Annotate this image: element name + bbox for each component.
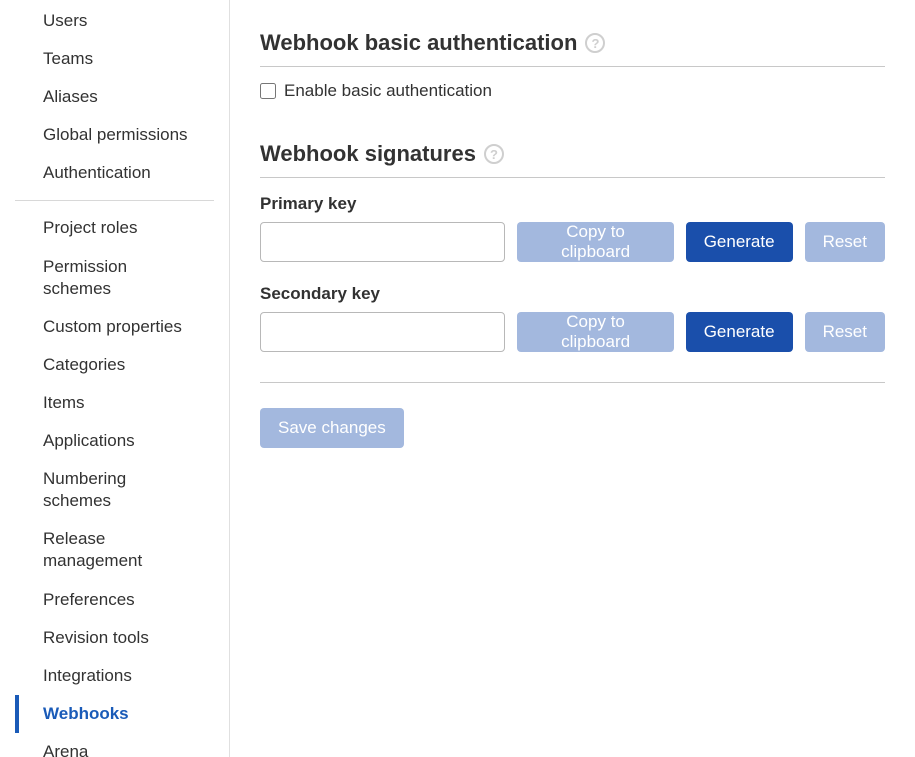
secondary-key-input[interactable] <box>260 312 505 352</box>
sidebar-item-custom-properties[interactable]: Custom properties <box>15 308 214 346</box>
secondary-key-row: Copy to clipboard Generate Reset <box>260 312 885 352</box>
primary-reset-button[interactable]: Reset <box>805 222 885 262</box>
sidebar-item-categories[interactable]: Categories <box>15 346 214 384</box>
nav-group-1: Users Teams Aliases Global permissions A… <box>15 2 214 201</box>
sidebar-item-revision-tools[interactable]: Revision tools <box>15 619 214 657</box>
sidebar-item-project-roles[interactable]: Project roles <box>15 209 214 247</box>
secondary-copy-button[interactable]: Copy to clipboard <box>517 312 673 352</box>
primary-generate-button[interactable]: Generate <box>686 222 793 262</box>
section-basic-auth-heading: Webhook basic authentication ? <box>260 18 885 67</box>
save-row: Save changes <box>260 408 885 448</box>
secondary-key-block: Secondary key Copy to clipboard Generate… <box>260 284 885 352</box>
sidebar[interactable]: Users Teams Aliases Global permissions A… <box>0 0 230 757</box>
sidebar-item-global-permissions[interactable]: Global permissions <box>15 116 214 154</box>
divider <box>260 382 885 383</box>
sidebar-item-items[interactable]: Items <box>15 384 214 422</box>
save-changes-button[interactable]: Save changes <box>260 408 404 448</box>
primary-key-block: Primary key Copy to clipboard Generate R… <box>260 194 885 262</box>
sidebar-item-permission-schemes[interactable]: Permission schemes <box>15 248 214 308</box>
sidebar-item-integrations[interactable]: Integrations <box>15 657 214 695</box>
primary-key-label: Primary key <box>260 194 885 214</box>
help-icon[interactable]: ? <box>484 144 504 164</box>
secondary-key-label: Secondary key <box>260 284 885 304</box>
sidebar-item-users[interactable]: Users <box>15 2 214 40</box>
nav-group-2: Project roles Permission schemes Custom … <box>15 209 214 757</box>
signatures-title: Webhook signatures <box>260 141 476 167</box>
primary-key-row: Copy to clipboard Generate Reset <box>260 222 885 262</box>
sidebar-item-aliases[interactable]: Aliases <box>15 78 214 116</box>
sidebar-item-applications[interactable]: Applications <box>15 422 214 460</box>
primary-copy-button[interactable]: Copy to clipboard <box>517 222 673 262</box>
sidebar-item-authentication[interactable]: Authentication <box>15 154 214 192</box>
secondary-generate-button[interactable]: Generate <box>686 312 793 352</box>
sidebar-item-release-management[interactable]: Release management <box>15 520 214 580</box>
primary-key-input[interactable] <box>260 222 505 262</box>
main-content: Webhook basic authentication ? Enable ba… <box>230 0 915 757</box>
enable-basic-auth-label[interactable]: Enable basic authentication <box>284 81 492 101</box>
secondary-reset-button[interactable]: Reset <box>805 312 885 352</box>
sidebar-item-webhooks[interactable]: Webhooks <box>15 695 214 733</box>
sidebar-item-preferences[interactable]: Preferences <box>15 581 214 619</box>
section-signatures-heading: Webhook signatures ? <box>260 129 885 178</box>
help-icon[interactable]: ? <box>585 33 605 53</box>
basic-auth-title: Webhook basic authentication <box>260 30 577 56</box>
sidebar-item-arena[interactable]: Arena <box>15 733 214 757</box>
enable-basic-auth-row: Enable basic authentication <box>260 67 885 119</box>
sidebar-item-teams[interactable]: Teams <box>15 40 214 78</box>
sidebar-item-numbering-schemes[interactable]: Numbering schemes <box>15 460 214 520</box>
enable-basic-auth-checkbox[interactable] <box>260 83 276 99</box>
